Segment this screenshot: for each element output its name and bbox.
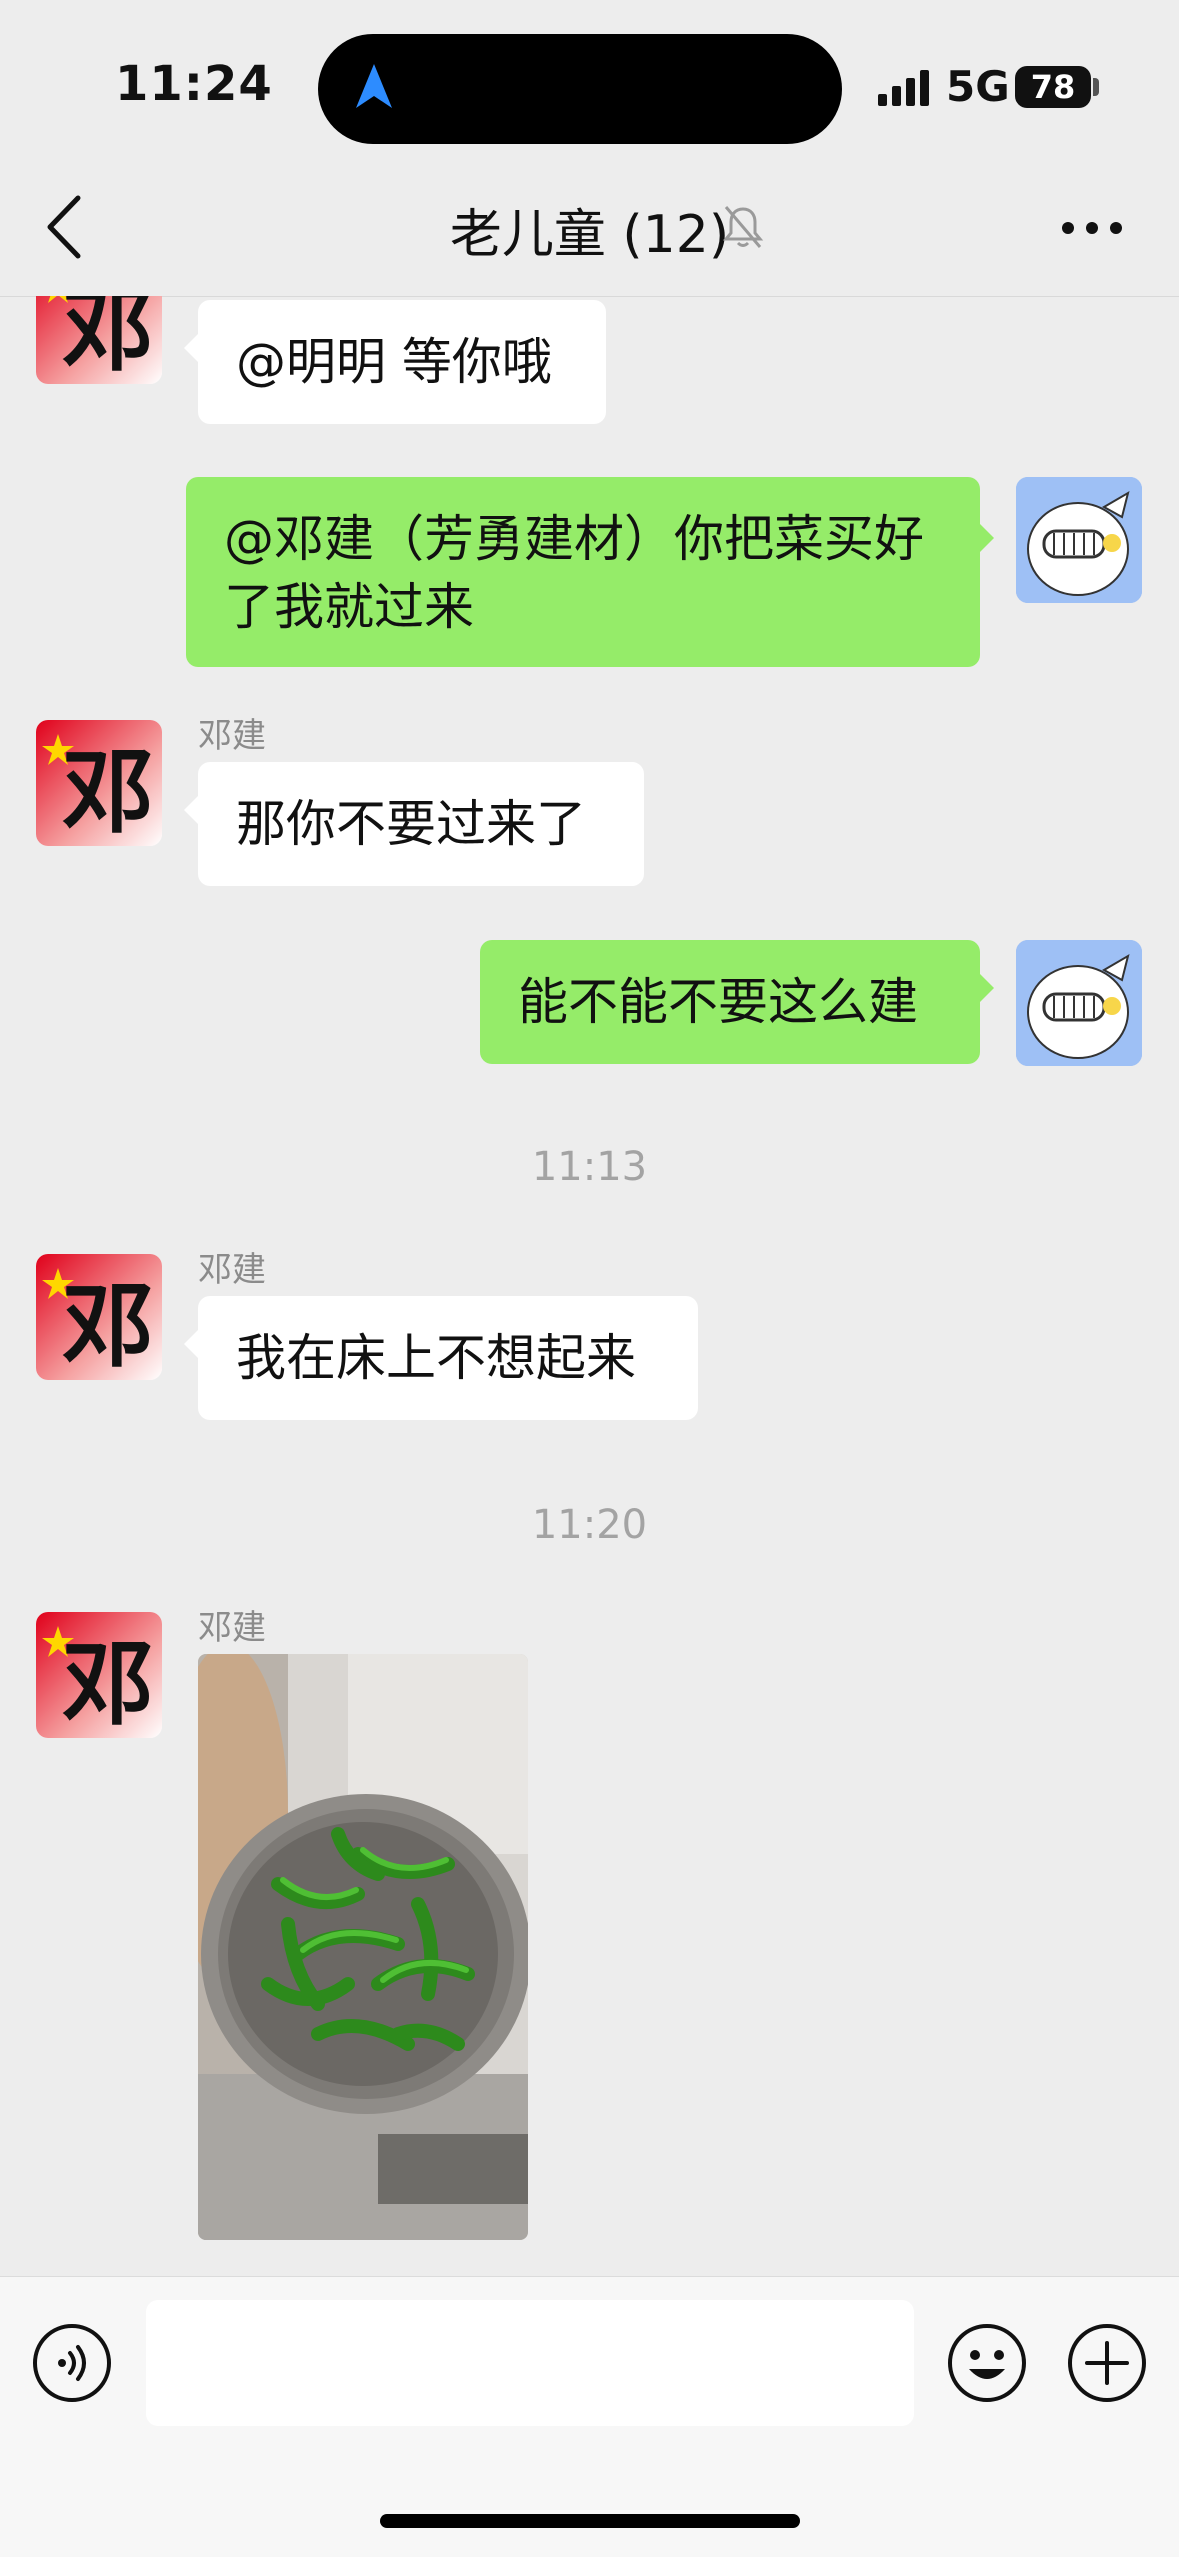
cartoon-avatar-icon (1016, 477, 1142, 603)
peer-avatar[interactable]: 邓 (36, 1612, 162, 1738)
message-bubble[interactable]: 那你不要过来了 (198, 762, 644, 886)
message-bubble[interactable]: @邓建（芳勇建材）你把菜买好 了我就过来 (186, 477, 980, 667)
battery-cap (1093, 78, 1099, 96)
message-bubble[interactable]: 能不能不要这么建 (480, 940, 980, 1064)
bubble-tail (184, 1330, 198, 1358)
cartoon-avatar-icon (1016, 940, 1142, 1066)
sender-name: 邓建 (198, 1250, 266, 1290)
flag-avatar-icon: 邓 (36, 720, 162, 846)
message-input[interactable] (146, 2300, 914, 2426)
bubble-tail (980, 524, 994, 552)
plus-icon[interactable] (1067, 2323, 1147, 2403)
svg-text:邓: 邓 (62, 1630, 154, 1738)
more-dots-icon[interactable] (1062, 222, 1122, 234)
svg-text:邓: 邓 (62, 1272, 154, 1380)
message-bubble[interactable]: @明明 等你哦 (198, 300, 606, 424)
self-avatar[interactable] (1016, 477, 1142, 603)
green-peppers-image (198, 1654, 528, 2240)
home-indicator (380, 2514, 800, 2528)
battery-icon: 78 (1015, 66, 1091, 108)
self-avatar[interactable] (1016, 940, 1142, 1066)
timestamp: 11:13 (531, 1144, 648, 1190)
status-time: 11:24 (115, 56, 273, 112)
bubble-tail (980, 974, 994, 1002)
timestamp: 11:20 (531, 1502, 648, 1548)
mute-bell-icon (722, 206, 764, 248)
bubble-tail (184, 334, 198, 362)
flag-avatar-icon: 邓 (36, 1612, 162, 1738)
chat-title: 老儿童 (12) (449, 205, 730, 265)
signal-icon (878, 70, 929, 106)
peer-avatar[interactable]: 邓 (36, 720, 162, 846)
navigation-arrow-icon (356, 64, 392, 108)
dynamic-island (318, 34, 842, 144)
bubble-tail (184, 796, 198, 824)
network-type: 5G (946, 62, 1010, 111)
sender-name: 邓建 (198, 1608, 266, 1648)
voice-icon[interactable] (32, 2323, 112, 2403)
flag-avatar-icon: 邓 (36, 1254, 162, 1380)
sender-name: 邓建 (198, 716, 266, 756)
emoji-icon[interactable] (947, 2323, 1027, 2403)
photo-green-peppers[interactable] (198, 1654, 528, 2240)
message-bubble[interactable]: 我在床上不想起来 (198, 1296, 698, 1420)
svg-text:邓: 邓 (62, 738, 154, 846)
peer-avatar[interactable]: 邓 (36, 1254, 162, 1380)
